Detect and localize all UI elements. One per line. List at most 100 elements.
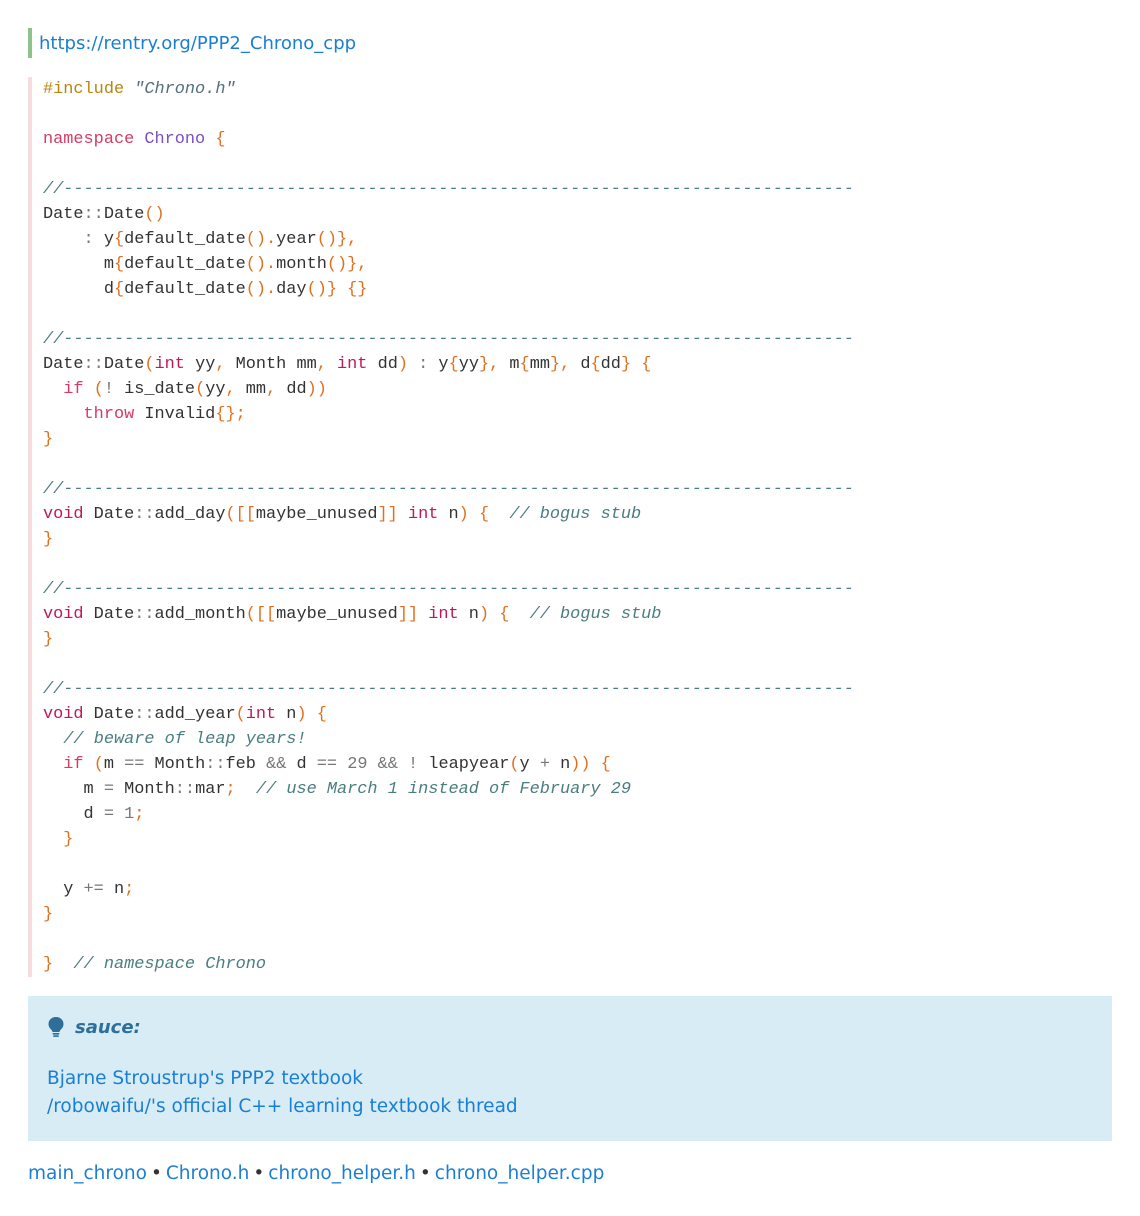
code-token: :: <box>134 505 155 524</box>
code-token: is_date <box>113 380 196 399</box>
code-block: #include "Chrono.h" namespace Chrono { //-… <box>28 77 1116 977</box>
code-token: == <box>124 755 145 774</box>
code-token: (). <box>245 255 277 274</box>
code-token: mm <box>235 380 267 399</box>
code-token: feb <box>225 755 267 774</box>
code-token: m <box>43 255 114 274</box>
rentry-link[interactable]: https://rentry.org/PPP2_Chrono_cpp <box>39 33 356 54</box>
code-line: } <box>43 827 854 852</box>
code-token: Date <box>103 355 145 374</box>
code-token: ) <box>478 605 490 624</box>
code-token: ([[ <box>245 605 277 624</box>
code-token: ) <box>458 505 469 524</box>
code-token: } <box>43 430 54 449</box>
code-token: ( <box>195 380 206 399</box>
separator: • <box>253 1163 265 1184</box>
code-token: leapyear <box>418 755 510 774</box>
code-token: } <box>43 955 54 974</box>
code-token: dd <box>600 355 621 374</box>
separator: • <box>150 1163 162 1184</box>
code-token: , <box>316 355 327 374</box>
code-token: ; <box>124 880 135 899</box>
callout-links: Bjarne Stroustrup's PPP2 textbook /robow… <box>47 1065 518 1121</box>
code-token: n <box>549 755 571 774</box>
code-token: ( <box>144 355 155 374</box>
code-token: int <box>337 355 368 374</box>
code-token: add_month <box>154 605 246 624</box>
code-token: y <box>43 880 84 899</box>
code-line: // beware of leap years! <box>43 727 854 752</box>
code-token: Date <box>43 205 84 224</box>
code-token: += <box>83 880 104 899</box>
robowaifu-thread-link[interactable]: /robowaifu/'s official C++ learning text… <box>47 1093 518 1121</box>
code-token: ()}, <box>326 255 368 274</box>
code-token: = <box>103 805 114 824</box>
code-line: d = 1; <box>43 802 854 827</box>
code-token: default_date <box>124 230 246 249</box>
code-token: ()} <box>306 280 337 299</box>
code-token: { <box>113 280 125 299</box>
code-token: y <box>428 355 449 374</box>
code-token: if <box>63 755 84 774</box>
code-token: void <box>43 505 84 524</box>
code-line: Date::Date() <box>43 202 854 227</box>
code-line: void Date::add_month([[maybe_unused]] in… <box>43 602 854 627</box>
code-token: int <box>245 705 277 724</box>
code-token: ) <box>296 705 307 724</box>
footer-nav: main_chrono • Chrono.h • chrono_helper.h • chr… <box>28 1160 604 1188</box>
footer-link-chrono-h[interactable]: Chrono.h <box>166 1163 250 1184</box>
code-token: { <box>641 355 652 374</box>
code-line: //--------------------------------------… <box>43 177 854 202</box>
ppp2-textbook-link[interactable]: Bjarne Stroustrup's PPP2 textbook <box>47 1065 518 1093</box>
code-token: dd <box>276 380 307 399</box>
code-token: , <box>225 380 236 399</box>
code-line: throw Invalid{}; <box>43 402 854 427</box>
footer-link-chrono-helper-cpp[interactable]: chrono_helper.cpp <box>435 1163 605 1184</box>
code-token: dd <box>367 355 398 374</box>
code-line: //--------------------------------------… <box>43 577 854 602</box>
code-line: #include "Chrono.h" <box>43 77 854 102</box>
sauce-callout: sauce: Bjarne Stroustrup's PPP2 textbook… <box>28 996 1112 1141</box>
code-token: + <box>539 755 550 774</box>
code-token: n <box>438 505 459 524</box>
code-token: (). <box>245 230 277 249</box>
code-token: }, <box>478 355 500 374</box>
code-token: Month <box>144 755 206 774</box>
code-token: = <box>103 780 114 799</box>
code-token: Date <box>83 705 135 724</box>
code-token: Date <box>43 355 84 374</box>
code-token: add_year <box>154 705 236 724</box>
code-token: mm <box>529 355 550 374</box>
code-token: ( <box>93 380 104 399</box>
code-token: yy <box>184 355 216 374</box>
code-token: : <box>83 230 94 249</box>
footer-link-chrono-helper-h[interactable]: chrono_helper.h <box>268 1163 416 1184</box>
code-token: namespace <box>43 130 145 149</box>
code-token: Chrono <box>144 130 206 149</box>
code-line: y += n; <box>43 877 854 902</box>
code-token: } <box>43 630 54 649</box>
code-token: maybe_unused <box>276 605 398 624</box>
footer-link-main-chrono[interactable]: main_chrono <box>28 1163 147 1184</box>
code-line: void Date::add_day([[maybe_unused]] int … <box>43 502 854 527</box>
code-token: year <box>276 230 317 249</box>
code-token: // bogus stub <box>529 605 662 624</box>
code-token: //--------------------------------------… <box>43 180 854 199</box>
code-line: } <box>43 627 854 652</box>
